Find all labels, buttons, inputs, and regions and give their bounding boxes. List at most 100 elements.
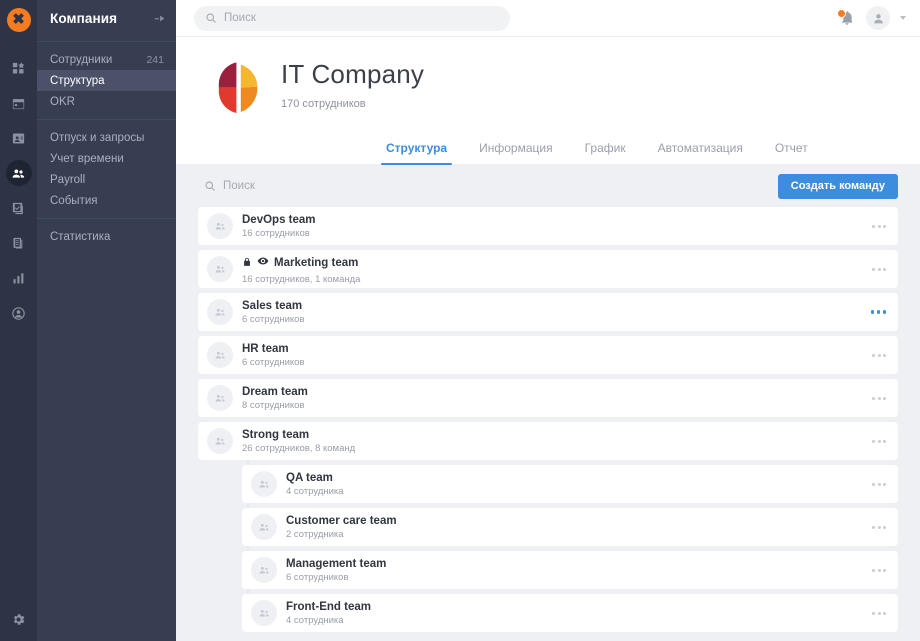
sidebar-item-label: OKR [50,96,75,108]
documents-icon [11,236,26,251]
row-menu-button[interactable] [872,483,886,486]
table-row[interactable]: Management team6 сотрудников [242,551,898,589]
row-menu-button[interactable] [872,526,886,529]
team-name: QA team [286,472,333,484]
table-row[interactable]: Strong team26 сотрудников, 8 команд [198,422,898,460]
team-avatar [251,514,277,540]
team-info: QA team4 сотрудника [286,472,344,497]
table-row[interactable]: DevOps team16 сотрудников [198,207,898,245]
group-icon [214,263,227,276]
dot [883,569,886,572]
tab-структура[interactable]: Структура [384,135,449,164]
row-menu-button[interactable] [872,569,886,572]
tab-автоматизация[interactable]: Автоматизация [656,135,745,164]
row-menu-button[interactable] [872,440,886,443]
rail-item-profile[interactable] [6,300,32,326]
team-list: DevOps team16 сотрудников Marketing team1… [198,207,898,632]
team-meta: 6 сотрудников [242,357,305,368]
team-meta: 2 сотрудника [286,529,397,540]
team-title-line: DevOps team [242,214,316,226]
sidebar-item-отпуск-и-запросы[interactable]: Отпуск и запросы [37,127,176,148]
group-icon [258,564,271,577]
eye-icon [257,255,269,267]
rail-item-dashboard[interactable] [6,55,32,81]
dot [883,310,887,314]
row-menu-button[interactable] [872,354,886,357]
rail-settings-button[interactable] [0,612,37,627]
group-icon [214,220,227,233]
rail-item-calendar[interactable] [6,90,32,116]
dot [872,612,875,615]
dot [883,526,886,529]
user-icon [872,12,885,25]
sidebar-item-статистика[interactable]: Статистика [37,226,176,247]
group-icon [214,392,227,405]
table-row[interactable]: Marketing team16 сотрудников, 1 команда [198,250,898,288]
row-menu-button[interactable] [872,397,886,400]
tab-отчет[interactable]: Отчет [773,135,810,164]
sidebar-group-2: Статистика [37,223,176,250]
team-name: Sales team [242,300,302,312]
table-row[interactable]: QA team4 сотрудника [242,465,898,503]
team-avatar [207,428,233,454]
tab-график[interactable]: График [583,135,628,164]
dot [871,310,875,314]
team-info: Marketing team16 сотрудников, 1 команда [242,254,360,285]
bar-chart-icon [11,271,26,286]
pin-icon[interactable] [153,12,166,25]
table-row[interactable]: Dream team8 сотрудников [198,379,898,417]
sidebar-item-структура[interactable]: Структура [37,70,176,91]
dot [883,225,886,228]
rail-item-people[interactable] [6,160,32,186]
notifications-button[interactable] [838,9,856,27]
team-avatar [207,342,233,368]
table-row[interactable]: Front-End team4 сотрудника [242,594,898,632]
rail-item-contacts[interactable] [6,125,32,151]
page-title: IT Company [281,59,424,90]
dot [872,569,875,572]
team-info: Dream team8 сотрудников [242,386,308,411]
create-team-button[interactable]: Создать команду [778,174,898,199]
team-info: Strong team26 сотрудников, 8 команд [242,429,355,454]
team-avatar [207,385,233,411]
logo-segment-orange [241,87,257,112]
table-row[interactable]: HR team6 сотрудников [198,336,898,374]
rail-item-analytics[interactable] [6,265,32,291]
sidebar-item-okr[interactable]: OKR [37,91,176,112]
grid-icon [11,61,26,76]
table-row[interactable]: Sales team6 сотрудников [198,293,898,331]
team-search-placeholder: Поиск [223,180,255,192]
dot [878,483,881,486]
row-menu-button[interactable] [872,268,886,271]
sidebar-item-label: Статистика [50,231,110,243]
rail-item-tasks[interactable] [6,195,32,221]
team-avatar [207,256,233,282]
tab-информация[interactable]: Информация [477,135,554,164]
rail-item-documents[interactable] [6,230,32,256]
sidebar-item-события[interactable]: События [37,190,176,211]
row-menu-button[interactable] [872,612,886,615]
dot [878,268,881,271]
app-logo[interactable]: ✖ [7,8,31,32]
chevron-down-icon[interactable] [900,16,906,20]
icon-rail: ✖ [0,0,37,641]
team-info: HR team6 сотрудников [242,343,305,368]
dot [883,440,886,443]
sidebar-item-сотрудники[interactable]: Сотрудники241 [37,49,176,70]
table-row[interactable]: Customer care team2 сотрудника [242,508,898,546]
avatar[interactable] [866,6,890,30]
team-title-line: Sales team [242,300,305,312]
group-icon [258,478,271,491]
logo-segment-yellow [241,65,257,88]
team-search-input[interactable]: Поиск [204,180,255,192]
dot [872,268,875,271]
sidebar-item-payroll[interactable]: Payroll [37,169,176,190]
search-input[interactable]: Поиск [194,6,510,31]
row-menu-button[interactable] [872,225,886,228]
row-menu-button[interactable] [871,310,887,314]
sidebar-item-учет-времени[interactable]: Учет времени [37,148,176,169]
team-avatar [207,213,233,239]
team-avatar [251,471,277,497]
team-info: Sales team6 сотрудников [242,300,305,325]
content-toolbar: Поиск Создать команду [198,165,898,207]
